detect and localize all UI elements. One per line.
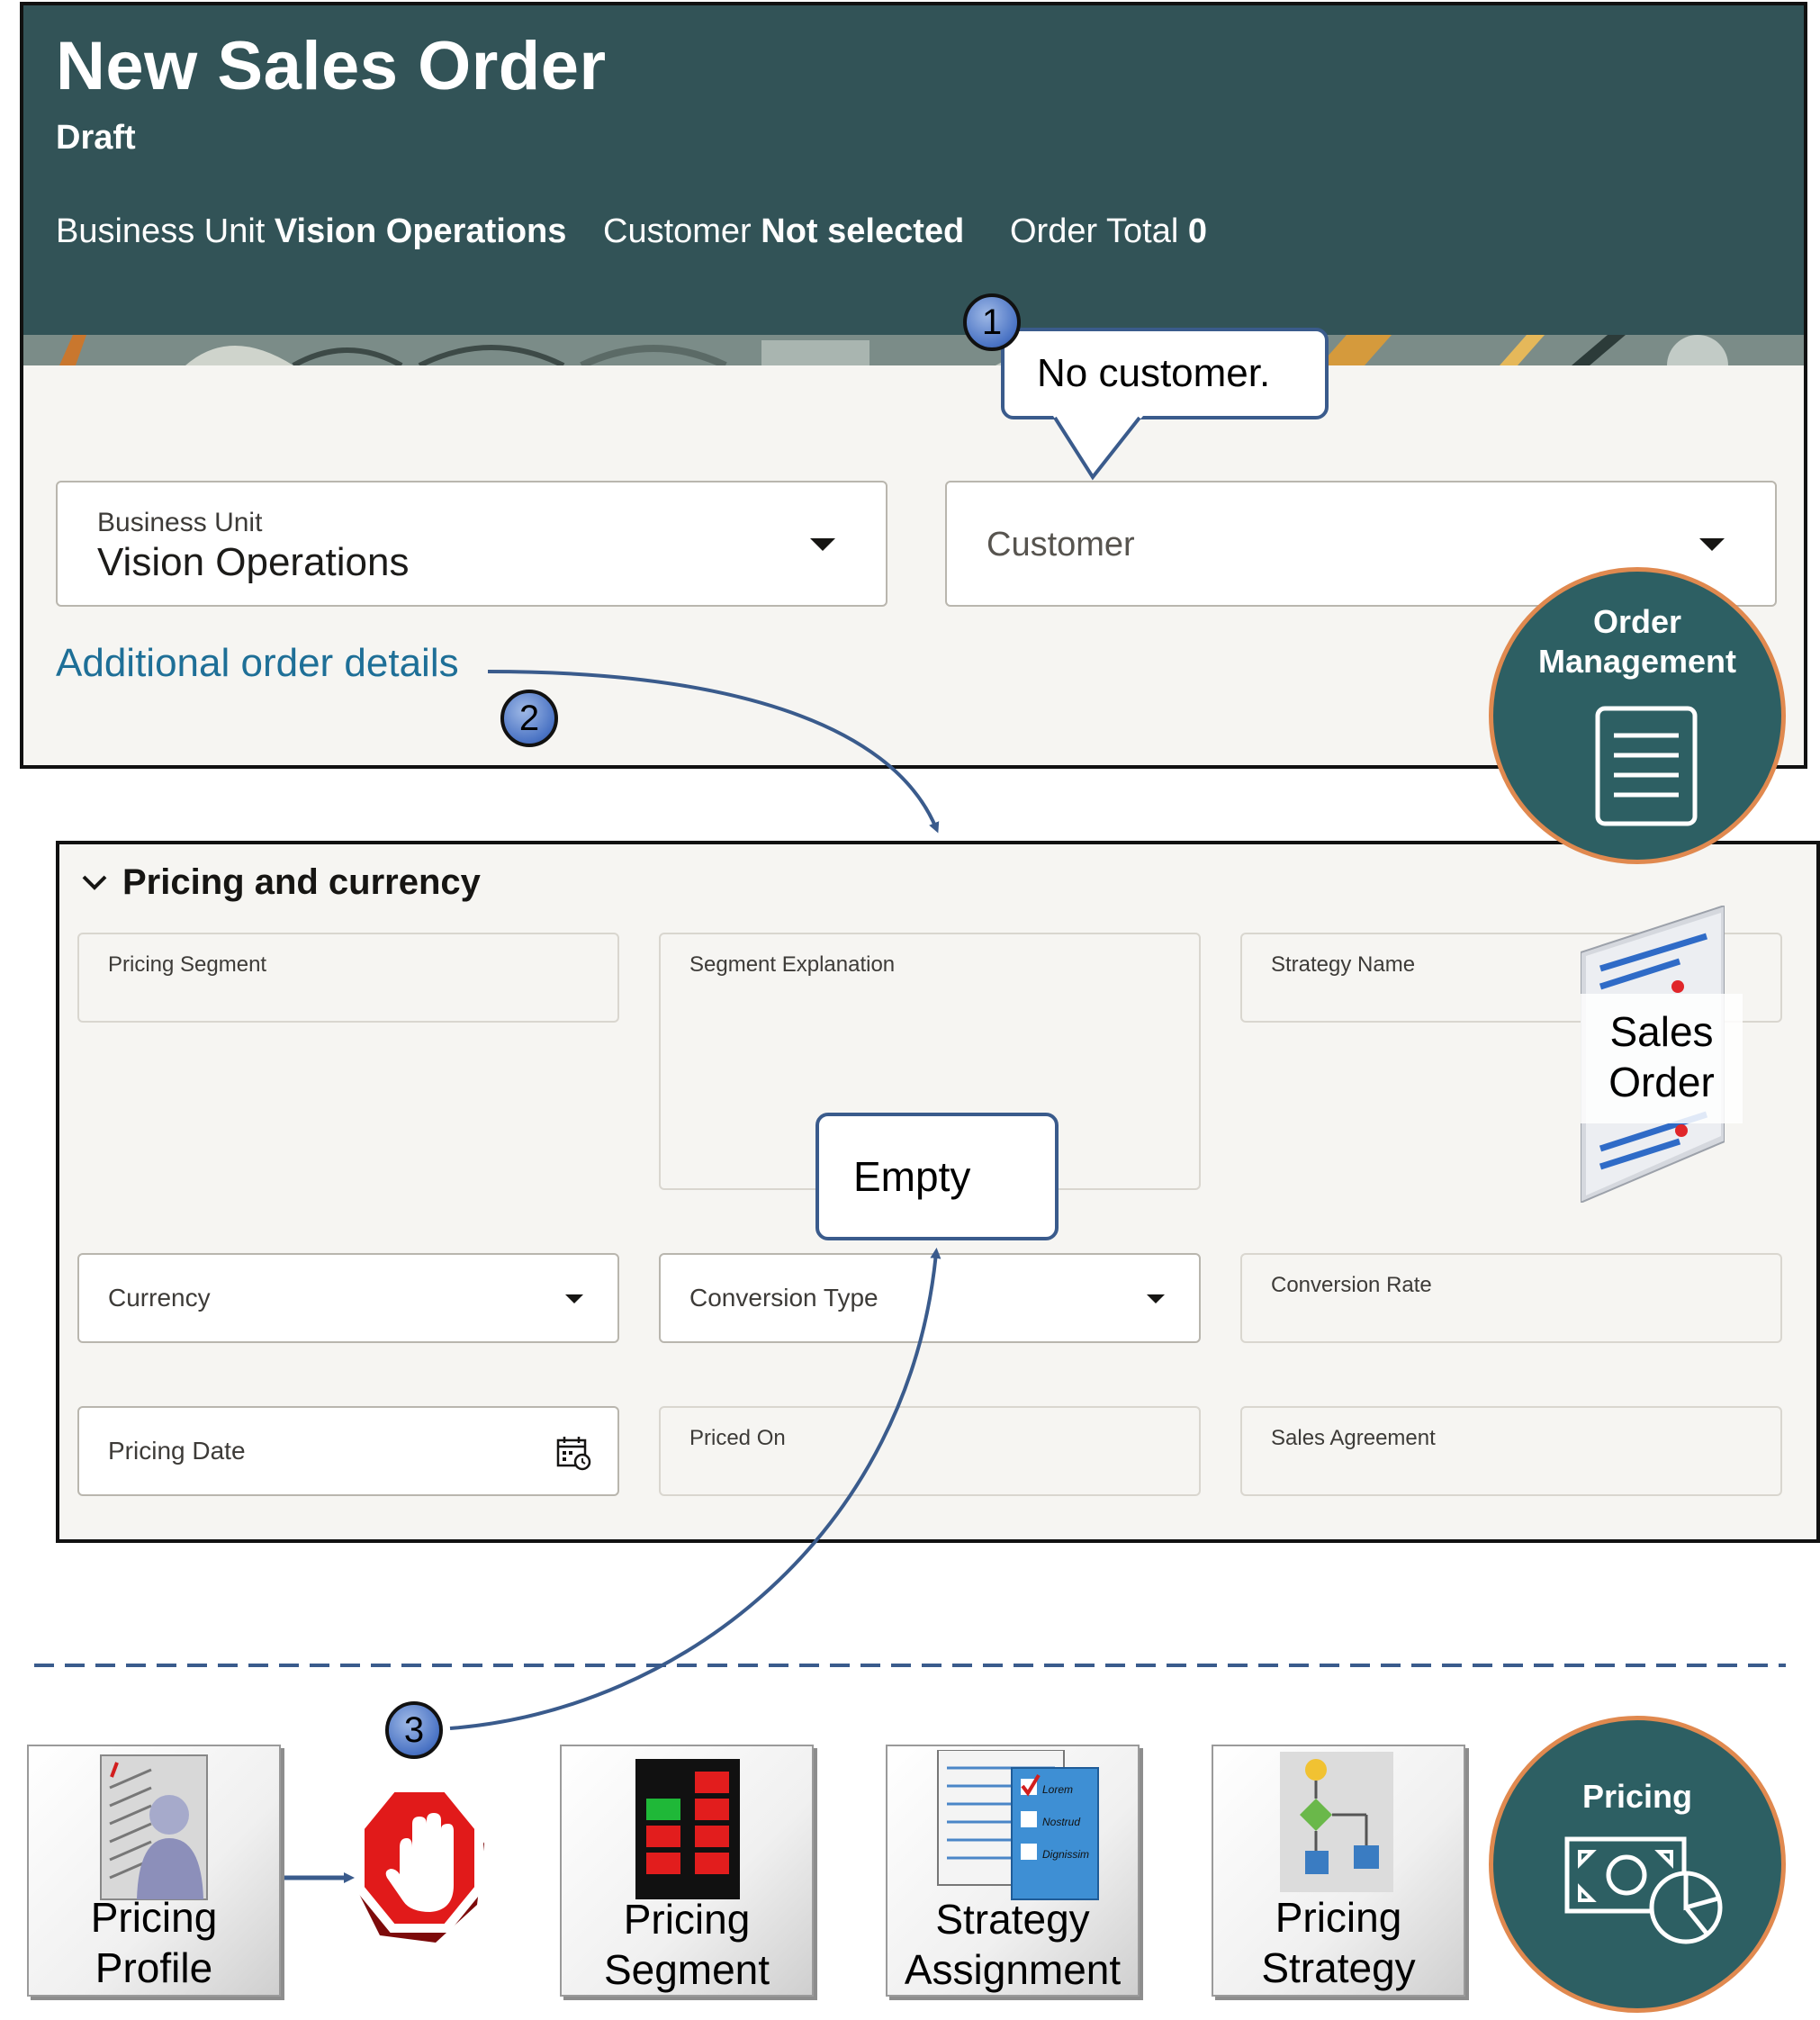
stop-hand-icon (356, 1784, 484, 1943)
pricing-segment-tile: Pricing Segment (560, 1745, 814, 1997)
profile-icon (100, 1754, 208, 1900)
pricing-icon (1564, 1836, 1723, 1944)
callout-pointer (1053, 416, 1143, 481)
checklist-item-2: Nostrud (1042, 1816, 1080, 1828)
pricing-profile-label-1: Pricing (90, 1894, 218, 1941)
checklist-item-3: Dignissim (1042, 1848, 1089, 1861)
pricing-strategy-label-2: Strategy (1261, 1944, 1416, 1991)
pricing-strategy-tile: Pricing Strategy (1212, 1745, 1465, 1997)
strategy-assignment-tile: Lorem Nostrud Dignissim Strategy Assignm… (886, 1745, 1140, 1997)
step-badge-1: 1 (963, 293, 1021, 351)
strategy-assignment-label-1: Strategy (935, 1896, 1090, 1943)
pricing-segment-label-2: Segment (603, 1946, 770, 1993)
segment-grid-icon (635, 1759, 740, 1899)
flowchart-icon (1280, 1752, 1393, 1892)
pricing-strategy-label-1: Pricing (1275, 1894, 1402, 1941)
pricing-badge: Pricing (1489, 1716, 1786, 2013)
strategy-assignment-label-2: Assignment (904, 1946, 1122, 1993)
no-customer-callout: No customer. (1001, 328, 1329, 419)
checklist-item-1: Lorem (1042, 1783, 1073, 1796)
annotation-arrows (34, 670, 1786, 1883)
pricing-segment-label-1: Pricing (623, 1896, 751, 1943)
empty-callout: Empty (815, 1113, 1059, 1240)
checklist-icon: Lorem Nostrud Dignissim (937, 1750, 1099, 1900)
pricing-profile-tile: Pricing Profile (27, 1745, 281, 1997)
pricing-profile-label-2: Profile (95, 1944, 213, 1991)
step-badge-3: 3 (385, 1701, 443, 1759)
step-badge-2: 2 (500, 690, 558, 747)
